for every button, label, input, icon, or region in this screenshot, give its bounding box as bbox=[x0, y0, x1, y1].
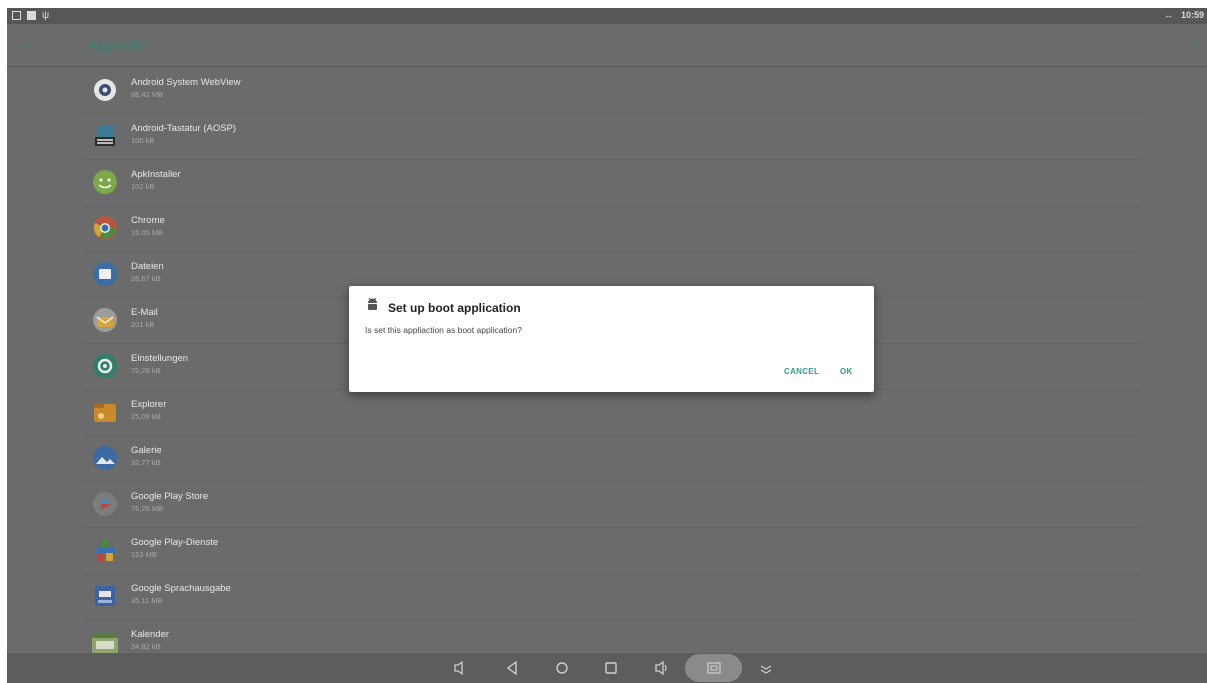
screenshot-button[interactable] bbox=[685, 654, 742, 682]
app-bar: ← App-Info ⋮ bbox=[7, 24, 1207, 67]
app-name: Kalender bbox=[131, 629, 170, 640]
image-notification-icon bbox=[27, 11, 36, 20]
chrome-icon bbox=[91, 214, 119, 242]
screenshot-notification-icon bbox=[12, 11, 21, 20]
tts-icon bbox=[91, 582, 119, 610]
app-name: Android-Tastatur (AOSP) bbox=[131, 123, 237, 134]
app-name: Google Play-Dienste bbox=[131, 537, 219, 548]
app-size: 102 kB bbox=[131, 182, 155, 191]
volume-down-icon[interactable] bbox=[453, 660, 467, 679]
boot-application-dialog: Set up boot application Is set this appl… bbox=[349, 286, 874, 392]
calendar-icon bbox=[91, 628, 119, 656]
app-size: 76,26 MB bbox=[131, 504, 164, 513]
keyboard-icon bbox=[91, 122, 119, 150]
explorer-icon bbox=[91, 398, 119, 426]
play-store-icon bbox=[91, 490, 119, 518]
app-name: Galerie bbox=[131, 445, 162, 456]
more-options-icon[interactable]: ⋮ bbox=[1190, 36, 1204, 53]
android-icon bbox=[91, 168, 119, 196]
dialog-message: Is set this appliaction as boot applicat… bbox=[365, 325, 522, 335]
app-name: Dateien bbox=[131, 261, 164, 272]
navigation-bar bbox=[7, 653, 1207, 683]
list-item[interactable]: Android-Tastatur (AOSP) 100 kB bbox=[85, 113, 1140, 160]
app-name: Explorer bbox=[131, 399, 167, 410]
list-item[interactable]: Google Play-Dienste 153 MB bbox=[85, 527, 1140, 574]
app-size: 35,11 MB bbox=[131, 596, 163, 605]
app-size: 16,05 MB bbox=[131, 228, 164, 237]
app-size: 153 MB bbox=[131, 550, 157, 559]
app-name: Chrome bbox=[131, 215, 165, 226]
usb-icon: ψ bbox=[42, 10, 50, 21]
back-arrow-icon[interactable]: ← bbox=[17, 34, 33, 52]
app-size: 75,26 kB bbox=[131, 366, 161, 375]
expand-icon[interactable] bbox=[759, 660, 773, 679]
home-icon[interactable] bbox=[555, 660, 569, 679]
play-services-icon bbox=[91, 536, 119, 564]
list-item[interactable]: Explorer 25,09 kB bbox=[85, 389, 1140, 436]
recents-icon[interactable] bbox=[604, 660, 618, 679]
app-size: 86,42 MB bbox=[131, 90, 164, 99]
cancel-button[interactable]: CANCEL bbox=[784, 367, 819, 376]
list-item[interactable]: Google Play Store 76,26 MB bbox=[85, 481, 1140, 528]
list-item[interactable]: ApkInstaller 102 kB bbox=[85, 159, 1140, 206]
app-name: Google Play Store bbox=[131, 491, 209, 502]
list-item[interactable]: Google Sprachausgabe 35,11 MB bbox=[85, 573, 1140, 620]
folder-icon bbox=[91, 260, 119, 288]
app-size: 28,67 kB bbox=[131, 274, 161, 283]
app-size: 34,82 kB bbox=[131, 642, 161, 651]
email-icon bbox=[91, 306, 119, 334]
settings-icon bbox=[91, 352, 119, 380]
app-name: Einstellungen bbox=[131, 353, 189, 364]
page-title: App-Info bbox=[88, 37, 146, 53]
app-name: E-Mail bbox=[131, 307, 158, 318]
status-bar: ψ ↔ 10:59 bbox=[7, 8, 1207, 24]
ok-button[interactable]: OK bbox=[840, 367, 853, 376]
list-item[interactable]: Android System WebView 86,42 MB bbox=[85, 67, 1140, 114]
app-size: 32,77 kB bbox=[131, 458, 161, 467]
app-size: 25,09 kB bbox=[131, 412, 161, 421]
list-item[interactable]: Chrome 16,05 MB bbox=[85, 205, 1140, 252]
back-icon[interactable] bbox=[505, 660, 519, 679]
app-name: Google Sprachausgabe bbox=[131, 583, 231, 594]
volume-up-icon[interactable] bbox=[654, 660, 668, 679]
list-item[interactable]: Galerie 32,77 kB bbox=[85, 435, 1140, 482]
gallery-icon bbox=[91, 444, 119, 472]
clock: 10:59 bbox=[1180, 10, 1204, 20]
app-size: 100 kB bbox=[131, 136, 155, 145]
ethernet-icon: ↔ bbox=[1163, 10, 1173, 20]
app-name: ApkInstaller bbox=[131, 169, 181, 180]
gear-icon bbox=[91, 76, 119, 104]
app-name: Android System WebView bbox=[131, 77, 241, 88]
app-size: 201 kB bbox=[131, 320, 155, 329]
dialog-title: Set up boot application bbox=[388, 301, 521, 315]
android-icon bbox=[366, 297, 379, 311]
